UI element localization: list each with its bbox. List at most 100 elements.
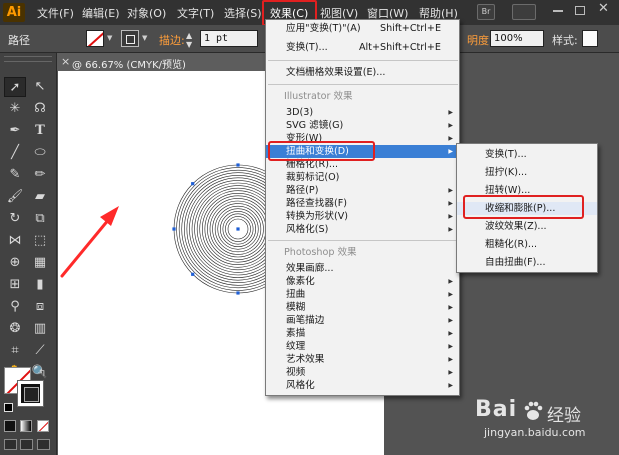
submenu-arrow-icon: ▶ [448,356,453,363]
menu-edit[interactable]: 编辑(E) [82,5,120,21]
swap-fill-stroke-icon[interactable]: ↰ [38,368,46,379]
anchor-point[interactable] [191,182,195,186]
pencil-tool-icon[interactable]: ✏ [29,165,51,185]
submenu-item-transform[interactable]: 变换(T)... [457,148,597,161]
shape-builder-tool-icon[interactable]: ⊕ [4,253,26,273]
menu-item-3d[interactable]: 3D(3) ▶ [266,106,459,119]
anchor-point[interactable] [236,163,240,167]
menu-select[interactable]: 选择(S) [224,5,262,21]
document-tab[interactable]: × @ 66.67% (CMYK/预览) [57,53,267,71]
submenu-arrow-icon: ▶ [448,317,453,324]
perspective-grid-tool-icon[interactable]: ▦ [29,253,51,273]
menu-item-stylize-ai[interactable]: 风格化(S) ▶ [266,223,459,236]
menu-item-convert-to-shape[interactable]: 转换为形状(V) ▶ [266,210,459,223]
paw-logo-icon [524,401,543,420]
stroke-color-box[interactable] [17,380,44,407]
menu-item-pixelate[interactable]: 像素化 ▶ [266,275,459,288]
menu-item-video[interactable]: 视频 ▶ [266,366,459,379]
menu-item-distort-ps[interactable]: 扭曲 ▶ [266,288,459,301]
artboard-tool-icon[interactable]: ⌗ [4,341,26,361]
change-screen-mode-button[interactable] [37,439,50,450]
screen-mode-button[interactable] [20,439,33,450]
ellipse-tool-icon[interactable]: ⬭ [29,143,51,163]
scale-tool-icon[interactable]: ⧉ [29,209,51,229]
menu-item-brush-strokes[interactable]: 画笔描边 ▶ [266,314,459,327]
line-tool-icon[interactable]: ╱ [4,143,26,163]
stroke-weight-input[interactable]: 1 pt [200,30,258,47]
menu-item-blur[interactable]: 模糊 ▶ [266,301,459,314]
mesh-tool-icon[interactable]: ⊞ [4,275,26,295]
panel-grip[interactable] [4,56,52,62]
anchor-point[interactable] [236,227,240,231]
maximize-icon[interactable] [575,6,585,15]
workspace-switcher-button[interactable] [512,4,536,20]
anchor-point[interactable] [236,291,240,295]
fill-dropdown-icon[interactable]: ▼ [107,34,112,42]
gradient-tool-icon[interactable]: ▮ [29,275,51,295]
menu-file[interactable]: 文件(F) [37,5,74,21]
symbol-sprayer-tool-icon[interactable]: ❂ [4,319,26,339]
menu-item-path[interactable]: 路径(P) ▶ [266,184,459,197]
submenu-arrow-icon: ▶ [448,226,453,233]
submenu-arrow-icon: ▶ [448,122,453,129]
menu-item-stylize-ps[interactable]: 风格化 ▶ [266,379,459,392]
menu-item-pathfinder[interactable]: 路径查找器(F) ▶ [266,197,459,210]
menu-item-crop-marks[interactable]: 裁剪标记(O) [266,171,459,184]
eraser-tool-icon[interactable]: ▰ [29,187,51,207]
lasso-tool-icon[interactable]: ☊ [29,99,51,119]
stroke-weight-label[interactable]: 描边: [159,32,185,48]
minimize-icon[interactable] [553,10,563,12]
color-mode-button[interactable] [4,420,16,432]
menu-item-sketch[interactable]: 素描 ▶ [266,327,459,340]
opacity-input[interactable]: 100% [490,30,544,47]
submenu-arrow-icon: ▶ [448,382,453,389]
direct-selection-tool-icon[interactable]: ↖ [29,77,51,97]
magic-wand-tool-icon[interactable]: ✳ [4,99,26,119]
graphic-style-label: 样式: [552,34,578,47]
fill-none-swatch[interactable] [86,30,104,47]
submenu-item-roughen[interactable]: 粗糙化(R)... [457,238,597,251]
type-tool-icon[interactable]: T [29,121,51,141]
submenu-arrow-icon: ▶ [448,200,453,207]
menu-object[interactable]: 对象(O) [127,5,166,21]
width-tool-icon[interactable]: ⋈ [4,231,26,251]
submenu-arrow-icon: ▶ [448,304,453,311]
free-transform-tool-icon[interactable]: ⬚ [29,231,51,251]
stroke-spinner-icon[interactable]: ▲ ▼ [186,31,192,49]
anchor-point[interactable] [191,272,195,276]
stroke-dropdown-icon[interactable]: ▼ [142,34,147,42]
none-mode-button[interactable] [37,420,49,432]
rotate-tool-icon[interactable]: ↻ [4,209,26,229]
close-icon[interactable]: ✕ [598,1,609,16]
menu-type[interactable]: 文字(T) [177,5,214,21]
submenu-item-free-distort[interactable]: 自由扭曲(F)... [457,256,597,269]
blend-tool-icon[interactable]: ⧈ [29,297,51,317]
eyedropper-tool-icon[interactable]: ⚲ [4,297,26,317]
slice-tool-icon[interactable]: ⟋ [29,341,51,361]
stroke-color-swatch[interactable] [121,30,139,47]
menu-item-texture[interactable]: 纹理 ▶ [266,340,459,353]
menu-item-last-effect[interactable]: 变换(T)... Alt+Shift+Ctrl+E [266,41,459,54]
anchor-point[interactable] [172,227,176,231]
menu-item-apply-last-effect[interactable]: 应用"变换(T)"(A) Shift+Ctrl+E [266,22,459,35]
bridge-button[interactable]: Br [477,4,495,20]
pen-tool-icon[interactable]: ✒ [4,121,26,141]
menu-item-effect-gallery[interactable]: 效果画廊... [266,262,459,275]
column-graph-tool-icon[interactable]: ▥ [29,319,51,339]
menu-item-svg-filters[interactable]: SVG 滤镜(G) ▶ [266,119,459,132]
menu-item-artistic[interactable]: 艺术效果 ▶ [266,353,459,366]
menu-item-raster-settings[interactable]: 文档栅格效果设置(E)... [266,66,459,79]
blob-brush-tool-icon[interactable]: 🖌 [4,187,26,207]
draw-mode-button[interactable] [4,439,17,450]
gradient-mode-button[interactable] [20,420,32,432]
watermark-url: jingyan.baidu.com [484,426,586,439]
submenu-item-tweak[interactable]: 扭拧(K)... [457,166,597,179]
tab-close-icon[interactable]: × [61,55,70,68]
selection-tool-icon[interactable]: ➚ [4,77,26,97]
default-colors-icon[interactable] [4,403,13,412]
menu-separator [268,84,458,85]
graphic-style-swatch[interactable] [582,30,598,47]
submenu-item-zig-zag[interactable]: 波纹效果(Z)... [457,220,597,233]
paintbrush-tool-icon[interactable]: ✎ [4,165,26,185]
opacity-label[interactable]: 明度: [467,32,493,48]
